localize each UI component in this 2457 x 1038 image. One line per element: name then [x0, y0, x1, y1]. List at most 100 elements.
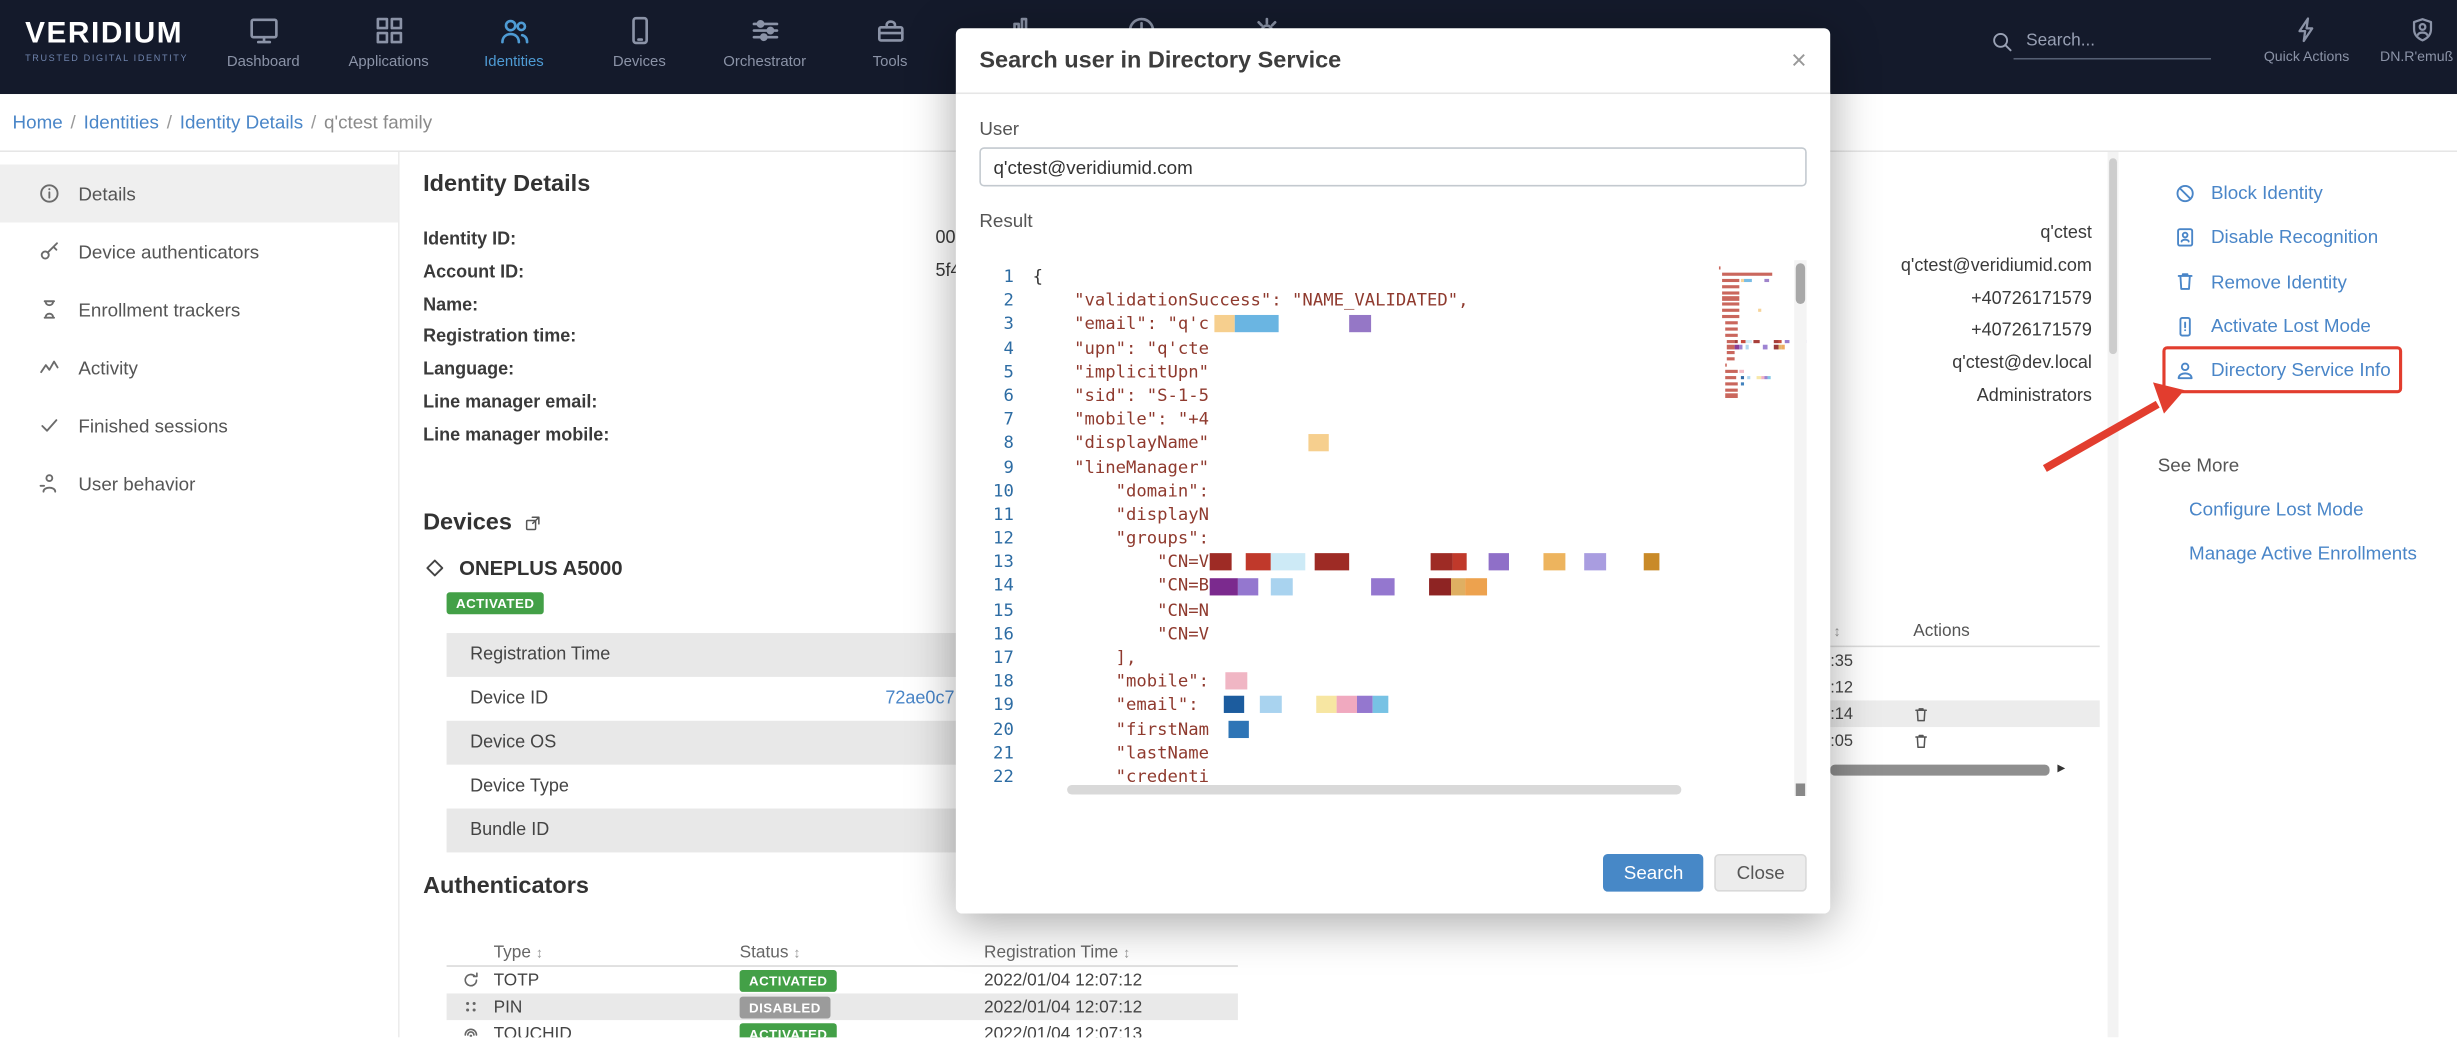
redaction-box: [1228, 720, 1248, 737]
nav-item-dashboard[interactable]: Dashboard: [201, 0, 326, 94]
authenticators-title: Authenticators: [423, 873, 589, 900]
dashboard-icon: [247, 14, 280, 47]
registration-time: 2022/01/04 12:07:13: [984, 1024, 1238, 1037]
editor-hscrollbar[interactable]: [1051, 785, 1781, 794]
line-number: 9: [979, 455, 1032, 479]
field-label: Name:: [423, 296, 478, 315]
scrollbar-thumb[interactable]: [2109, 158, 2117, 354]
authenticator-type: TOTP: [494, 971, 740, 990]
action-directory-service-info[interactable]: Directory Service Info: [2158, 348, 2457, 392]
action-activate-lost-mode[interactable]: Activate Lost Mode: [2158, 304, 2457, 348]
close-button[interactable]: Close: [1715, 854, 1807, 892]
close-icon[interactable]: ×: [1791, 47, 1807, 74]
search-input[interactable]: [2014, 25, 2211, 59]
sidebar-item-enrollment-trackers[interactable]: Enrollment trackers: [0, 280, 398, 338]
device-row-value[interactable]: 72ae0c7: [885, 689, 954, 708]
scrollbar-thumb[interactable]: [1830, 765, 2049, 776]
action-label: Disable Recognition: [2211, 226, 2378, 248]
nav-item-orchestrator[interactable]: Orchestrator: [702, 0, 827, 94]
editor-line: 10 "domain":: [979, 479, 1806, 503]
page-title: Identity Details: [423, 171, 590, 198]
identities-icon: [498, 14, 531, 47]
scrollbar-thumb[interactable]: [1067, 785, 1681, 794]
breadcrumb-link[interactable]: Identity Details: [180, 111, 303, 133]
sidebar-item-user-behavior[interactable]: User behavior: [0, 454, 398, 512]
action-disable-recognition[interactable]: Disable Recognition: [2158, 215, 2457, 259]
line-number: 2: [979, 289, 1032, 313]
pager-arrow[interactable]: ▸: [2057, 760, 2065, 777]
main-scrollbar[interactable]: [2108, 152, 2119, 1037]
nav-item-applications[interactable]: Applications: [326, 0, 451, 94]
editor-vscrollbar[interactable]: [1794, 260, 1807, 796]
touchid-icon: [460, 1023, 480, 1037]
status-badge: DISABLED: [740, 996, 831, 1018]
search-button[interactable]: Search: [1603, 854, 1703, 892]
status-badge: ACTIVATED: [740, 1022, 837, 1037]
redaction-box: [1373, 696, 1389, 713]
redaction-box: [1270, 554, 1304, 571]
time-partial: :14: [1830, 704, 1861, 723]
redaction-box: [1428, 577, 1450, 594]
nav-item-identities[interactable]: Identities: [451, 0, 576, 94]
identity-field-row: Registration time:: [423, 320, 609, 353]
nav-item-label: Dashboard: [227, 53, 300, 70]
redaction-box: [1237, 577, 1257, 594]
user-input[interactable]: [979, 147, 1806, 186]
status-badge: ACTIVATED: [740, 969, 837, 991]
result-editor[interactable]: 1{2 "validationSuccess": "NAME_VALIDATED…: [979, 260, 1806, 796]
editor-minimap[interactable]: [1719, 266, 1788, 400]
scrollbar-thumb[interactable]: [1796, 263, 1805, 304]
quick-actions-button[interactable]: Quick Actions: [2253, 16, 2360, 65]
identity-field-row: Name:: [423, 288, 609, 321]
redaction-box: [1234, 316, 1278, 333]
editor-line: 20 "firstNam: [979, 717, 1806, 741]
actions-column-header: Actions: [1913, 622, 1970, 641]
behavior-icon: [38, 472, 62, 496]
veridium-logo[interactable]: VERIDIUM TRUSTED DIGITAL IDENTITY: [25, 17, 188, 64]
lost-mode-icon: [2173, 314, 2197, 338]
modal-title: Search user in Directory Service: [979, 47, 1341, 74]
editor-line: 21 "lastName: [979, 741, 1806, 765]
search-icon[interactable]: [1990, 30, 2014, 54]
delete-button[interactable]: [1912, 704, 1931, 723]
identity-value: q'ctest@dev.local: [1901, 348, 2092, 381]
trash-icon: [2173, 270, 2197, 294]
breadcrumb-link[interactable]: Identities: [84, 111, 159, 133]
sidebar-item-activity[interactable]: Activity: [0, 338, 398, 396]
delete-button[interactable]: [1912, 731, 1931, 750]
nav-item-label: Applications: [348, 53, 428, 70]
nav-item-devices[interactable]: Devices: [577, 0, 702, 94]
action-label: Directory Service Info: [2211, 359, 2391, 381]
info-icon: [38, 182, 62, 206]
nav-item-tools[interactable]: Tools: [827, 0, 952, 94]
action-remove-identity[interactable]: Remove Identity: [2158, 259, 2457, 303]
column-header[interactable]: Type ↕: [494, 943, 740, 962]
sidebar-item-details[interactable]: Details: [0, 165, 398, 223]
editor-line: 17 ],: [979, 646, 1806, 670]
breadcrumb-link[interactable]: Home: [13, 111, 63, 133]
identity-value: +40726171579: [1901, 316, 2092, 349]
identity-actions-panel: Block Identity Disable Recognition Remove …: [2158, 152, 2457, 565]
user-label: DN.R'emuß d: [2380, 49, 2457, 65]
identity-value: q'ctest@veridiumid.com: [1901, 250, 2092, 283]
redaction-box: [1452, 554, 1466, 571]
link-manage-active-enrollments[interactable]: Manage Active Enrollments: [2158, 543, 2457, 565]
sidebar-item-device-authenticators[interactable]: Device authenticators: [0, 223, 398, 281]
column-header[interactable]: Registration Time ↕: [984, 943, 1238, 962]
line-number: 12: [979, 527, 1032, 551]
user-menu[interactable]: DN.R'emuß d: [2369, 16, 2457, 65]
redaction-box: [1584, 554, 1606, 571]
horizontal-scrollbar[interactable]: ▸: [1830, 763, 2100, 779]
action-block-identity[interactable]: Block Identity: [2158, 171, 2457, 215]
link-configure-lost-mode[interactable]: Configure Lost Mode: [2158, 499, 2457, 521]
redaction-box: [1450, 577, 1464, 594]
redaction-box: [1316, 696, 1336, 713]
external-link-icon[interactable]: [523, 513, 542, 532]
time-partial: :05: [1830, 731, 1861, 750]
sort-icon[interactable]: ↕: [1833, 624, 1840, 640]
background-table: ↕Actions:35:12:14:05▸: [1830, 619, 2100, 779]
column-header[interactable]: Status ↕: [740, 943, 984, 962]
sidebar-item-label: Finished sessions: [78, 414, 227, 436]
line-number: 19: [979, 693, 1032, 717]
sidebar-item-finished-sessions[interactable]: Finished sessions: [0, 396, 398, 454]
